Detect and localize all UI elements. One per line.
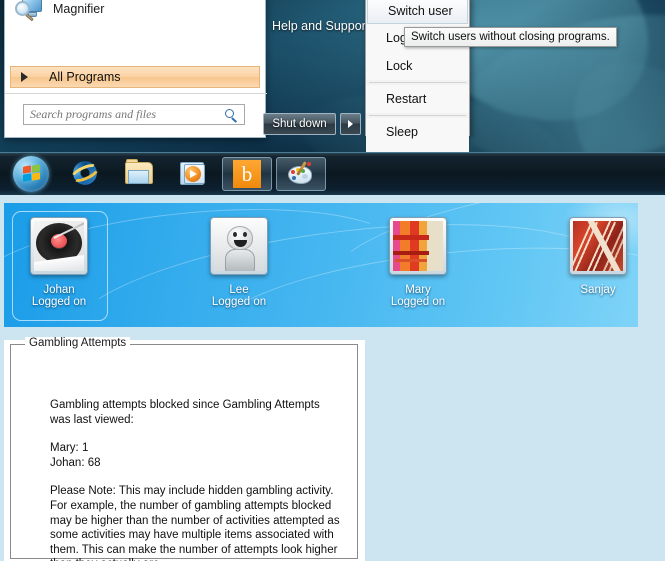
user-tile-mary[interactable]: Mary Logged on bbox=[365, 217, 471, 308]
user-status: Logged on bbox=[390, 296, 446, 308]
avatar-frame bbox=[210, 217, 268, 275]
help-and-support-link[interactable]: Help and Support bbox=[272, 19, 369, 33]
avatar-frame bbox=[30, 217, 88, 275]
shut-down-button[interactable]: Shut down bbox=[263, 113, 336, 135]
cartoon-character-avatar bbox=[214, 221, 264, 271]
search-icon[interactable] bbox=[222, 105, 244, 124]
report-body: Gambling attempts blocked since Gambling… bbox=[50, 398, 340, 561]
magnifier-icon bbox=[14, 0, 44, 23]
user-name: Johan bbox=[43, 284, 75, 296]
menu-item-restart[interactable]: Restart bbox=[366, 85, 469, 113]
chevron-right-icon bbox=[21, 72, 28, 82]
taskbar-button-windows-explorer[interactable] bbox=[112, 155, 166, 193]
start-menu-item-magnifier[interactable]: Magnifier bbox=[10, 0, 258, 24]
paint-palette-icon bbox=[287, 161, 315, 187]
internet-explorer-icon bbox=[68, 159, 102, 189]
windows-media-player-icon bbox=[179, 161, 207, 187]
report-intro-text: Gambling attempts blocked since Gambling… bbox=[50, 399, 320, 426]
user-name: Sanjay bbox=[580, 284, 616, 296]
taskbar-button-orange-app[interactable]: b bbox=[222, 157, 272, 191]
shutdown-controls: Shut down bbox=[263, 113, 361, 135]
avatar-frame bbox=[389, 217, 447, 275]
gambling-attempts-window: Gambling Attempts Gambling attempts bloc… bbox=[4, 337, 365, 561]
shut-down-options-arrow-button[interactable] bbox=[340, 113, 361, 135]
menu-separator-1 bbox=[369, 82, 466, 83]
start-menu-item-label: Magnifier bbox=[53, 2, 105, 16]
taskbar: b bbox=[0, 152, 665, 195]
report-count-johan: Johan: 68 bbox=[50, 456, 101, 469]
record-player-avatar bbox=[34, 221, 84, 271]
windows-start-orb-icon bbox=[13, 156, 49, 192]
menu-separator-2 bbox=[369, 115, 466, 116]
user-tile-johan[interactable]: Johan Logged on bbox=[6, 211, 112, 321]
user-status: Logged on bbox=[31, 296, 87, 308]
user-name: Mary bbox=[405, 284, 431, 296]
shutdown-flyout-menu: Switch user Log off Lock Restart Sleep H… bbox=[365, 0, 470, 152]
all-programs-label: All Programs bbox=[49, 70, 121, 84]
abstract-art-avatar bbox=[393, 221, 443, 271]
avatar-frame bbox=[569, 217, 627, 275]
desktop-background: Magnifier All Programs Help and Support … bbox=[0, 0, 665, 152]
taskbar-button-paint[interactable] bbox=[276, 157, 326, 191]
start-menu-left-pane: Magnifier All Programs bbox=[4, 0, 267, 138]
windows-explorer-folder-icon bbox=[124, 159, 154, 187]
report-count-mary: Mary: 1 bbox=[50, 442, 89, 455]
taskbar-button-media-player[interactable] bbox=[166, 155, 220, 193]
user-tile-lee[interactable]: Lee Logged on bbox=[186, 217, 292, 308]
textile-pattern-avatar bbox=[573, 221, 623, 271]
search-input[interactable] bbox=[24, 106, 222, 123]
user-switcher-banner: Johan Logged on Lee Logged on Mary Logge… bbox=[4, 203, 638, 327]
user-tile-sanjay[interactable]: Sanjay bbox=[545, 217, 638, 296]
taskbar-button-internet-explorer[interactable] bbox=[58, 155, 112, 193]
menu-item-switch-user[interactable]: Switch user bbox=[367, 0, 468, 24]
user-name: Lee bbox=[229, 284, 249, 296]
orange-b-app-icon: b bbox=[233, 160, 261, 188]
report-note-text: Please Note: This may include hidden gam… bbox=[50, 485, 340, 561]
chevron-right-icon bbox=[348, 120, 353, 128]
all-programs-button[interactable]: All Programs bbox=[10, 66, 260, 88]
start-menu-program-list: Magnifier bbox=[5, 0, 265, 66]
start-button[interactable] bbox=[4, 155, 58, 193]
screen-root: Magnifier All Programs Help and Support … bbox=[0, 0, 665, 561]
menu-item-sleep[interactable]: Sleep bbox=[366, 118, 469, 146]
menu-item-lock[interactable]: Lock bbox=[366, 52, 469, 80]
search-box[interactable] bbox=[23, 104, 245, 125]
tooltip: Switch users without closing programs. bbox=[404, 27, 617, 47]
start-menu-divider bbox=[5, 93, 267, 94]
group-box-legend: Gambling Attempts bbox=[25, 337, 131, 349]
user-status: Logged on bbox=[211, 296, 267, 308]
